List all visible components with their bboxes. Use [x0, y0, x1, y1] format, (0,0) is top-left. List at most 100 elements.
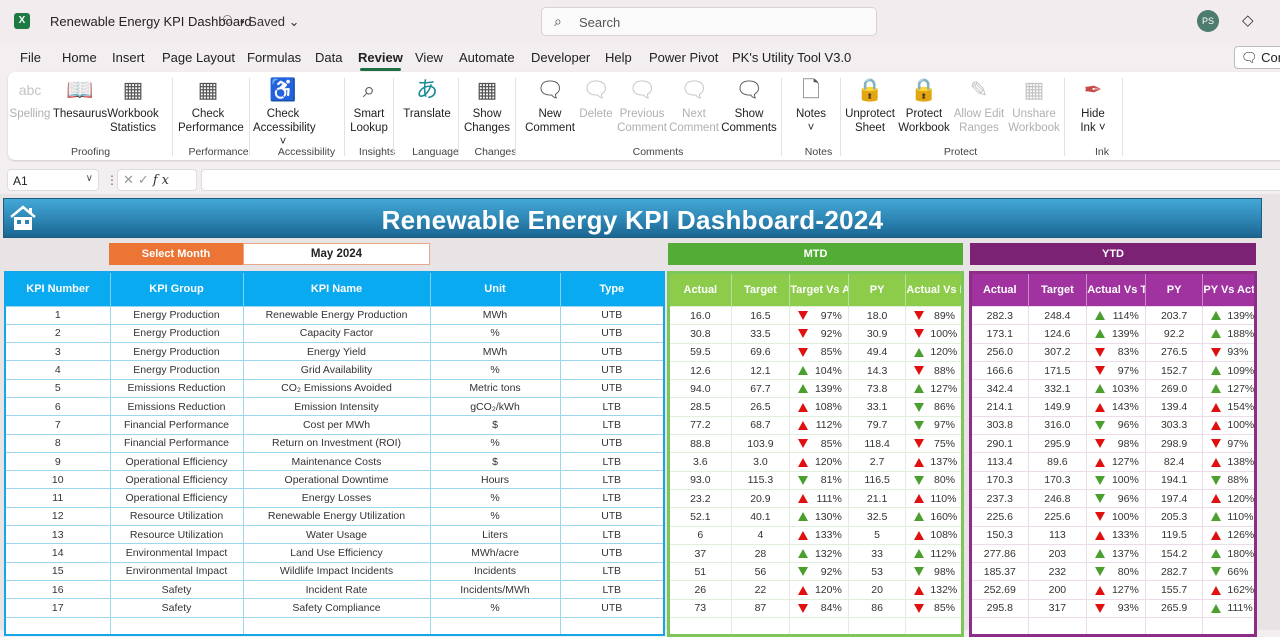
ytd-actual-vs-target-cell[interactable]: 83% [1086, 342, 1146, 362]
mtd-actual-cell[interactable]: 3.6 [668, 452, 732, 472]
ytd-py-cell[interactable]: 269.0 [1144, 379, 1204, 399]
mtd-actual-vs-py-cell[interactable]: 75% [905, 434, 963, 454]
tab-file[interactable]: File [20, 50, 41, 65]
unit-cell[interactable]: $ [429, 451, 561, 472]
kpi-number-cell[interactable]: 14 [4, 543, 111, 563]
mtd-actual-vs-py-cell[interactable]: 120% [905, 342, 963, 362]
type-cell[interactable]: LTB [559, 488, 665, 508]
tab-developer[interactable]: Developer [531, 50, 590, 65]
ytd-actual-cell[interactable]: 166.6 [970, 360, 1029, 381]
ytd-actual-vs-target-cell[interactable]: 93% [1086, 598, 1146, 619]
kpi-group-cell[interactable]: Operational Efficiency [109, 488, 244, 508]
mtd-actual-vs-py-cell[interactable]: 85% [905, 598, 963, 619]
empty-cell[interactable] [1086, 617, 1146, 637]
share-people-icon[interactable]: ⚇ [222, 13, 233, 27]
unit-cell[interactable]: Hours [429, 470, 561, 490]
hide-ink-button[interactable]: ✒ Hide Ink ˅ [1063, 76, 1123, 135]
kpi-name-cell[interactable]: Incident Rate [242, 579, 431, 600]
ytd-actual-vs-target-cell[interactable]: 100% [1086, 507, 1146, 527]
kpi-name-cell[interactable]: Land Use Efficiency [242, 543, 431, 563]
kpi-number-cell[interactable]: 9 [4, 451, 111, 472]
mtd-target-cell[interactable]: 40.1 [730, 507, 791, 527]
unit-cell[interactable]: gCO₂/kWh [429, 396, 561, 417]
kpi-group-cell[interactable]: Environmental Impact [109, 561, 244, 581]
mtd-target-cell[interactable]: 20.9 [730, 488, 791, 509]
type-cell[interactable]: UTB [559, 543, 665, 563]
ytd-actual-cell[interactable]: 237.3 [970, 488, 1029, 509]
ytd-actual-cell[interactable]: 295.8 [970, 598, 1029, 619]
month-dropdown[interactable]: May 2024 [243, 243, 430, 265]
ytd-py-vs-actual-cell[interactable]: 126% [1202, 525, 1256, 545]
mtd-py-cell[interactable]: 2.7 [847, 452, 907, 472]
mtd-py-cell[interactable]: 86 [847, 598, 907, 619]
ytd-py-cell[interactable]: 154.2 [1144, 543, 1204, 564]
kpi-name-cell[interactable]: Safety Compliance [242, 598, 431, 618]
column-header[interactable]: Actual Vs Target [1086, 272, 1146, 307]
empty-cell[interactable] [1027, 617, 1088, 637]
ytd-target-cell[interactable]: 171.5 [1027, 360, 1088, 381]
mtd-py-cell[interactable]: 49.4 [847, 342, 907, 362]
type-cell[interactable]: LTB [559, 561, 665, 581]
kpi-name-cell[interactable]: Wildlife Impact Incidents [242, 561, 431, 581]
mtd-target-vs-actual-cell[interactable]: 133% [789, 525, 849, 545]
mtd-py-cell[interactable]: 20 [847, 580, 907, 600]
ytd-target-cell[interactable]: 113 [1027, 525, 1088, 545]
kpi-number-cell[interactable]: 1 [4, 305, 111, 325]
mtd-target-cell[interactable]: 3.0 [730, 452, 791, 472]
ytd-py-cell[interactable]: 82.4 [1144, 452, 1204, 472]
ytd-py-cell[interactable]: 197.4 [1144, 488, 1204, 509]
mtd-py-cell[interactable]: 33.1 [847, 397, 907, 417]
ytd-actual-vs-target-cell[interactable]: 103% [1086, 379, 1146, 399]
tab-review[interactable]: Review [358, 50, 403, 71]
check-performance-button[interactable]: ▦ Check Performance [178, 76, 244, 135]
ytd-actual-vs-target-cell[interactable]: 96% [1086, 488, 1146, 509]
empty-cell[interactable] [668, 617, 732, 637]
ytd-target-cell[interactable]: 332.1 [1027, 379, 1088, 399]
kpi-number-cell[interactable]: 15 [4, 561, 111, 581]
empty-cell[interactable] [242, 616, 431, 636]
kpi-number-cell[interactable]: 12 [4, 506, 111, 527]
mtd-actual-cell[interactable]: 52.1 [668, 507, 732, 527]
ytd-target-cell[interactable]: 316.0 [1027, 415, 1088, 436]
mtd-target-vs-actual-cell[interactable]: 108% [789, 397, 849, 417]
ytd-target-cell[interactable]: 246.8 [1027, 488, 1088, 509]
mtd-py-cell[interactable]: 53 [847, 562, 907, 582]
unit-cell[interactable]: % [429, 360, 561, 380]
kpi-number-cell[interactable]: 6 [4, 396, 111, 417]
empty-cell[interactable] [970, 617, 1029, 637]
mtd-target-cell[interactable]: 68.7 [730, 415, 791, 436]
mtd-target-vs-actual-cell[interactable]: 92% [789, 324, 849, 344]
column-header[interactable]: Type [560, 272, 665, 306]
allow-edit-ranges-button[interactable]: ✎ Allow Edit Ranges [949, 76, 1009, 135]
type-cell[interactable]: UTB [559, 342, 665, 362]
mtd-actual-vs-py-cell[interactable]: 137% [905, 452, 963, 472]
kpi-name-cell[interactable]: Operational Downtime [242, 470, 431, 490]
unit-cell[interactable]: MWh [429, 342, 561, 362]
ytd-py-vs-actual-cell[interactable]: 97% [1202, 434, 1256, 454]
check-accessibility-button[interactable]: ♿ Check Accessibility ˅ [253, 76, 316, 149]
kpi-name-cell[interactable]: Water Usage [242, 525, 431, 545]
ytd-actual-vs-target-cell[interactable]: 127% [1086, 580, 1146, 600]
type-cell[interactable]: UTB [559, 378, 665, 398]
kpi-group-cell[interactable]: Resource Utilization [109, 525, 244, 545]
mtd-actual-vs-py-cell[interactable]: 98% [905, 562, 963, 582]
kpi-group-cell[interactable]: Energy Production [109, 360, 244, 380]
mtd-actual-vs-py-cell[interactable]: 132% [905, 580, 963, 600]
kpi-name-cell[interactable]: Emission Intensity [242, 396, 431, 417]
ytd-target-cell[interactable]: 124.6 [1027, 324, 1088, 344]
kpi-group-cell[interactable]: Financial Performance [109, 433, 244, 453]
tab-page-layout[interactable]: Page Layout [162, 50, 235, 65]
ytd-py-vs-actual-cell[interactable]: 162% [1202, 580, 1256, 600]
mtd-py-cell[interactable]: 118.4 [847, 434, 907, 454]
ytd-target-cell[interactable]: 307.2 [1027, 342, 1088, 362]
kpi-name-cell[interactable]: CO₂ Emissions Avoided [242, 378, 431, 398]
ytd-py-cell[interactable]: 282.7 [1144, 562, 1204, 582]
empty-cell[interactable] [789, 617, 849, 637]
mtd-py-cell[interactable]: 73.8 [847, 379, 907, 399]
kpi-number-cell[interactable]: 16 [4, 579, 111, 600]
column-header[interactable]: PY [848, 272, 907, 307]
kpi-name-cell[interactable]: Grid Availability [242, 360, 431, 380]
column-header[interactable]: KPI Number [5, 272, 111, 306]
column-header[interactable]: Target [1028, 272, 1088, 307]
ytd-py-vs-actual-cell[interactable]: 154% [1202, 397, 1256, 417]
